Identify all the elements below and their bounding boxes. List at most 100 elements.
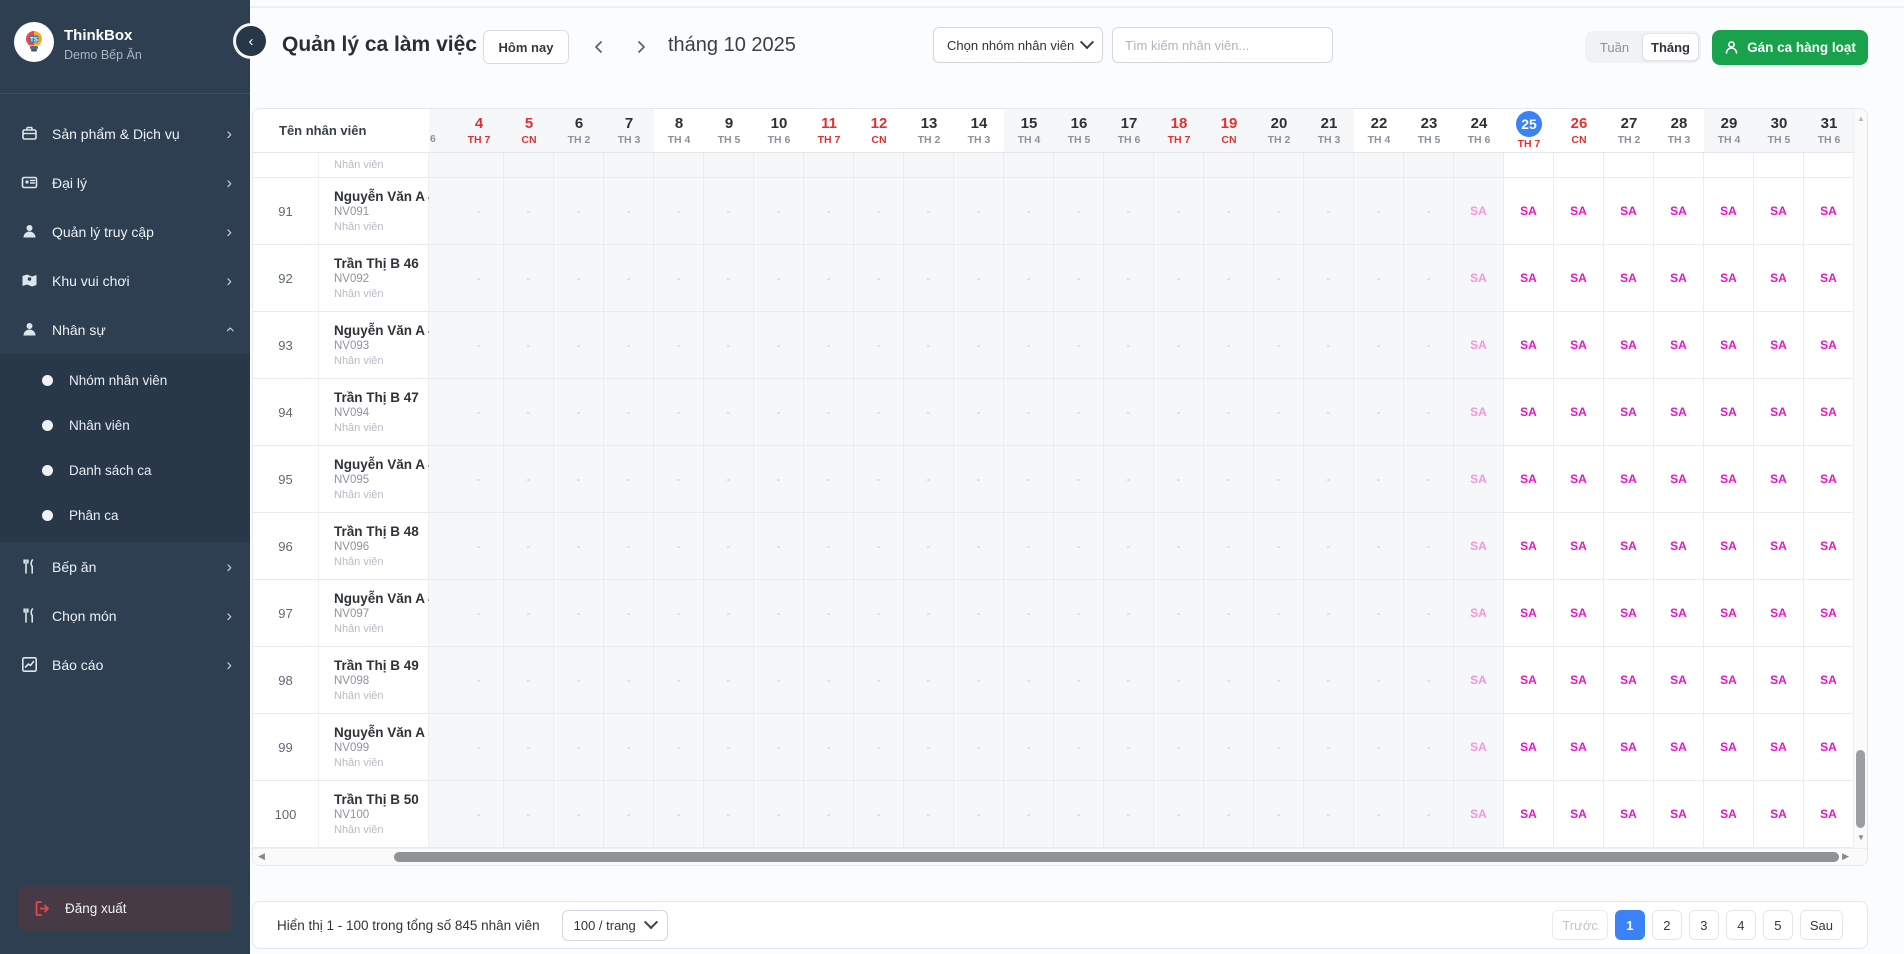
shift-cell[interactable]: - — [1104, 379, 1154, 445]
today-button[interactable]: Hôm nay — [483, 30, 569, 64]
shift-cell[interactable]: - — [1154, 781, 1204, 847]
shift-cell[interactable]: - — [954, 580, 1004, 646]
shift-cell[interactable]: - — [954, 714, 1004, 780]
scroll-up-arrow-icon[interactable]: ▲ — [1854, 114, 1868, 123]
shift-cell[interactable]: - — [1004, 446, 1054, 512]
shift-cell[interactable]: - — [1154, 312, 1204, 378]
shift-cell[interactable] — [1604, 153, 1654, 177]
shift-cell[interactable]: SA — [1754, 379, 1804, 445]
shift-cell[interactable]: SA — [1604, 647, 1654, 713]
shift-cell[interactable]: - — [1354, 580, 1404, 646]
next-month-button[interactable] — [624, 30, 658, 64]
shift-cell[interactable]: - — [1404, 513, 1454, 579]
shift-cell[interactable]: SA — [1754, 647, 1804, 713]
shift-cell[interactable] — [1704, 153, 1754, 177]
shift-cell[interactable]: - — [1004, 580, 1054, 646]
shift-cell[interactable]: SA — [1454, 446, 1504, 512]
shift-cell[interactable]: - — [504, 379, 554, 445]
shift-cell[interactable] — [504, 153, 554, 177]
shift-cell[interactable]: - — [954, 312, 1004, 378]
shift-cell[interactable]: - — [1154, 714, 1204, 780]
shift-cell[interactable]: - — [654, 714, 704, 780]
shift-cell[interactable] — [1354, 153, 1404, 177]
shift-cell[interactable]: - — [954, 513, 1004, 579]
shift-cell[interactable]: - — [454, 580, 504, 646]
shift-cell[interactable]: - — [1104, 781, 1154, 847]
shift-cell[interactable]: - — [1104, 714, 1154, 780]
shift-cell[interactable]: - — [1054, 312, 1104, 378]
shift-cell[interactable]: - — [604, 379, 654, 445]
shift-cell[interactable]: - — [904, 312, 954, 378]
shift-cell[interactable]: SA — [1504, 245, 1554, 311]
shift-cell[interactable]: - — [1254, 781, 1304, 847]
shift-cell[interactable]: - — [954, 379, 1004, 445]
shift-cell[interactable]: - — [1254, 647, 1304, 713]
shift-cell[interactable]: - — [504, 245, 554, 311]
shift-cell[interactable]: SA — [1804, 781, 1854, 847]
shift-cell[interactable]: - — [1154, 245, 1204, 311]
shift-cell[interactable]: SA — [1804, 647, 1854, 713]
shift-cell[interactable]: - — [1354, 245, 1404, 311]
shift-cell[interactable]: - — [554, 245, 604, 311]
search-input[interactable] — [1112, 27, 1333, 63]
shift-cell[interactable]: - — [854, 379, 904, 445]
shift-cell[interactable]: - — [654, 446, 704, 512]
shift-cell[interactable]: - — [1004, 781, 1054, 847]
shift-cell[interactable]: - — [1404, 379, 1454, 445]
shift-cell[interactable]: SA — [1504, 379, 1554, 445]
shift-cell[interactable]: - — [1304, 245, 1354, 311]
shift-cell[interactable]: - — [1004, 513, 1054, 579]
shift-cell[interactable]: - — [454, 446, 504, 512]
previous-month-button[interactable] — [582, 30, 616, 64]
shift-cell[interactable]: - — [1204, 513, 1254, 579]
scroll-right-arrow-icon[interactable]: ▶ — [1842, 851, 1849, 862]
shift-cell[interactable]: - — [1054, 513, 1104, 579]
shift-cell[interactable]: - — [504, 714, 554, 780]
shift-cell[interactable]: - — [554, 178, 604, 244]
shift-cell[interactable]: SA — [1604, 781, 1654, 847]
sidebar-subitem-nh-m-nh-n-vi-n[interactable]: Nhóm nhân viên — [0, 358, 250, 403]
shift-cell[interactable]: SA — [1554, 647, 1604, 713]
shift-cell[interactable] — [904, 153, 954, 177]
shift-cell[interactable]: - — [1104, 580, 1154, 646]
shift-cell[interactable]: - — [704, 714, 754, 780]
shift-cell[interactable]: - — [1354, 312, 1404, 378]
sidebar-subitem-nh-n-vi-n[interactable]: Nhân viên — [0, 403, 250, 448]
shift-cell[interactable]: - — [804, 446, 854, 512]
shift-cell[interactable]: - — [754, 714, 804, 780]
shift-cell[interactable]: - — [1204, 714, 1254, 780]
shift-cell[interactable] — [654, 153, 704, 177]
shift-cell[interactable]: - — [1054, 714, 1104, 780]
shift-cell[interactable] — [1754, 153, 1804, 177]
shift-cell[interactable] — [1204, 153, 1254, 177]
shift-cell[interactable] — [1304, 153, 1354, 177]
horizontal-scrollbar-thumb[interactable] — [394, 852, 1839, 862]
shift-cell[interactable]: - — [654, 245, 704, 311]
shift-cell[interactable]: - — [954, 245, 1004, 311]
shift-cell[interactable]: - — [1304, 178, 1354, 244]
shift-cell[interactable]: - — [854, 312, 904, 378]
shift-cell[interactable]: SA — [1604, 178, 1654, 244]
shift-cell[interactable] — [754, 153, 804, 177]
shift-cell[interactable] — [1404, 153, 1454, 177]
shift-cell[interactable]: - — [1304, 781, 1354, 847]
shift-cell[interactable] — [554, 153, 604, 177]
shift-cell[interactable]: - — [754, 178, 804, 244]
shift-cell[interactable]: SA — [1454, 647, 1504, 713]
shift-cell[interactable]: - — [1154, 446, 1204, 512]
shift-cell[interactable]: SA — [1704, 781, 1754, 847]
shift-cell[interactable]: - — [604, 178, 654, 244]
shift-cell[interactable] — [1504, 153, 1554, 177]
vertical-scrollbar[interactable]: ▲ ▼ — [1853, 109, 1867, 849]
sidebar-item-qu-n-l-truy-c-p[interactable]: Quản lý truy cập› — [0, 207, 250, 256]
shift-cell[interactable]: SA — [1704, 446, 1754, 512]
shift-cell[interactable]: SA — [1704, 647, 1754, 713]
shift-cell[interactable]: SA — [1704, 513, 1754, 579]
shift-cell[interactable]: SA — [1754, 312, 1804, 378]
shift-cell[interactable]: SA — [1604, 379, 1654, 445]
shift-cell[interactable]: - — [854, 245, 904, 311]
shift-cell[interactable]: SA — [1804, 312, 1854, 378]
horizontal-scrollbar[interactable]: ◀ ▶ — [253, 848, 1868, 865]
shift-cell[interactable]: SA — [1654, 312, 1704, 378]
shift-cell[interactable]: SA — [1504, 312, 1554, 378]
